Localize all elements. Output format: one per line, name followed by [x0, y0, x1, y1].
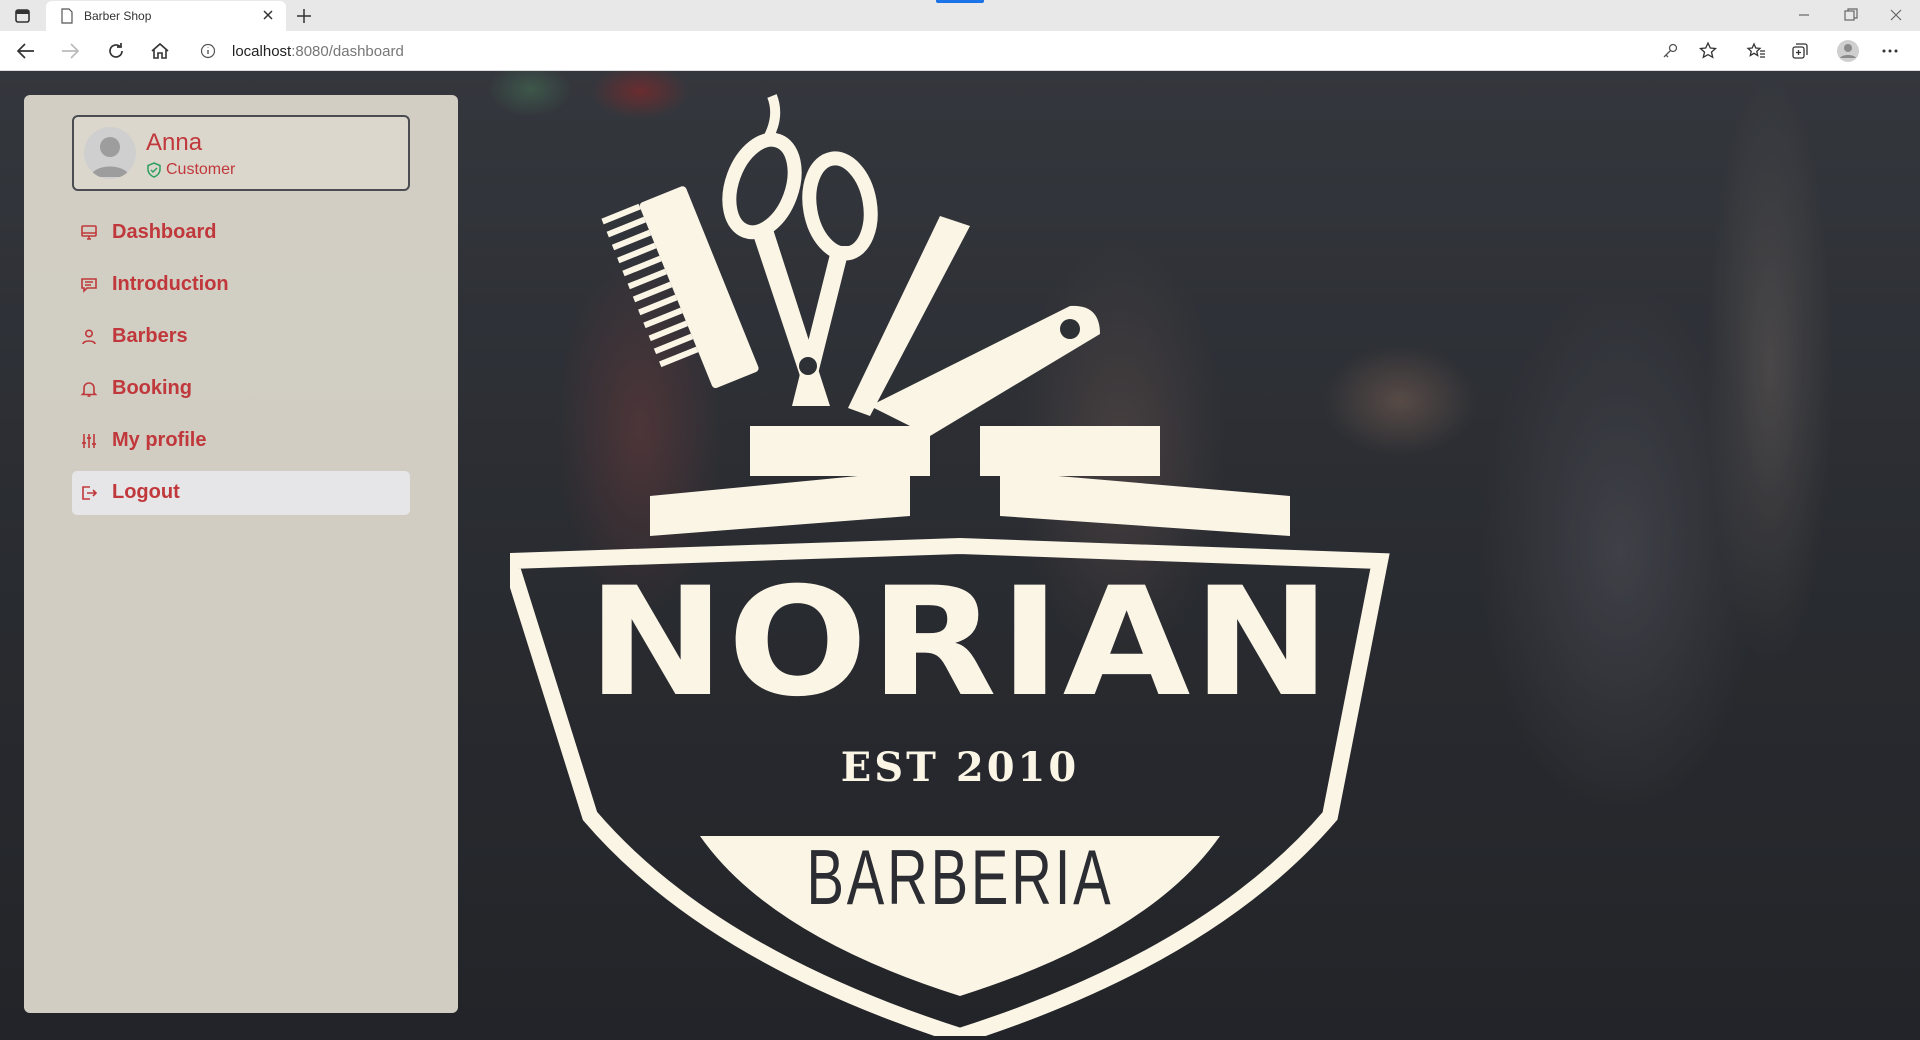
menu-label-introduction: Introduction: [112, 273, 229, 295]
menu-label-logout: Logout: [112, 481, 180, 503]
restore-icon[interactable]: [1840, 6, 1860, 24]
browser-tabstrip: Barber Shop: [0, 0, 1920, 31]
key-icon[interactable]: [1660, 41, 1680, 61]
user-name: Anna: [146, 129, 203, 156]
monitor-icon: [81, 225, 97, 240]
menu-item-logout[interactable]: Logout: [72, 471, 410, 515]
menu-item-barbers[interactable]: Barbers: [72, 315, 410, 359]
url-text: localhost:8080/dashboard: [232, 43, 404, 60]
collections-icon[interactable]: [1790, 41, 1810, 61]
dashboard-page: NORIAN EST 2010 BARBERIA Anna Customer D…: [0, 71, 1920, 1040]
sliders-icon: [82, 434, 96, 448]
menu-item-booking[interactable]: Booking: [72, 367, 410, 411]
site-info-icon[interactable]: [200, 43, 216, 59]
user-role: Customer: [166, 161, 236, 178]
page-icon: [61, 8, 73, 24]
url-field[interactable]: localhost:8080/dashboard: [188, 36, 1728, 66]
url-host: localhost: [232, 43, 292, 60]
new-tab-icon[interactable]: [294, 6, 314, 26]
user-avatar-icon: [90, 137, 130, 177]
add-favorite-icon[interactable]: [1698, 41, 1718, 61]
logo-subtitle: BARBERIA: [806, 833, 1114, 921]
user-card[interactable]: Anna Customer: [72, 115, 410, 191]
back-icon[interactable]: [14, 40, 38, 62]
forward-icon[interactable]: [58, 40, 82, 62]
shield-check-icon: [147, 162, 161, 178]
close-tab-icon[interactable]: [260, 7, 276, 23]
menu-item-dashboard[interactable]: Dashboard: [72, 211, 410, 255]
close-window-icon[interactable]: [1886, 6, 1906, 24]
tab-actions-icon[interactable]: [12, 7, 34, 25]
avatar: [84, 127, 136, 179]
refresh-icon[interactable]: [104, 40, 128, 62]
profile-icon[interactable]: [1836, 39, 1860, 63]
address-bar: localhost:8080/dashboard: [0, 31, 1920, 71]
loading-indicator: [936, 0, 984, 3]
person-icon: [82, 329, 96, 345]
message-icon: [81, 278, 97, 293]
logo-title: NORIAN: [587, 556, 1333, 730]
home-icon[interactable]: [148, 40, 172, 62]
favorites-icon[interactable]: [1746, 41, 1766, 61]
url-path: :8080/dashboard: [291, 43, 404, 60]
bell-icon: [80, 382, 98, 397]
menu-label-booking: Booking: [112, 377, 192, 399]
barbershop-logo: NORIAN EST 2010 BARBERIA: [499, 76, 1410, 1040]
menu-item-introduction[interactable]: Introduction: [72, 263, 410, 307]
menu-label-my-profile: My profile: [112, 429, 207, 451]
logo-established: EST 2010: [840, 744, 1080, 791]
menu-label-dashboard: Dashboard: [112, 221, 217, 243]
browser-tab[interactable]: Barber Shop: [46, 1, 286, 31]
sidebar: Anna Customer Dashboard Introduction Bar…: [24, 95, 458, 1013]
tab-title: Barber Shop: [84, 9, 152, 23]
logout-icon: [82, 486, 98, 500]
menu-item-my-profile[interactable]: My profile: [72, 419, 410, 463]
minimize-icon[interactable]: [1794, 6, 1814, 24]
menu-label-barbers: Barbers: [112, 325, 188, 347]
more-options-icon[interactable]: [1880, 41, 1900, 61]
